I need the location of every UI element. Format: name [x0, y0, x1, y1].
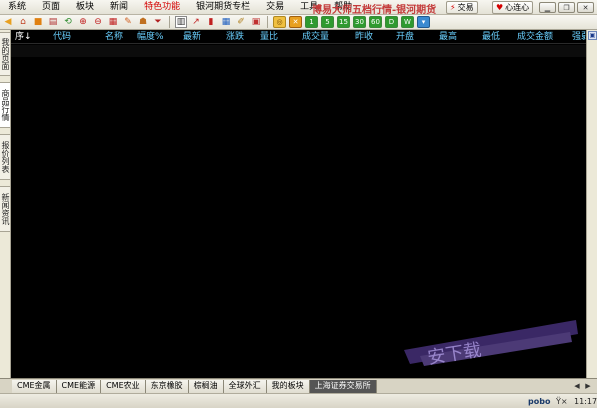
layout-toggle-icon[interactable]: ▣	[588, 31, 597, 40]
filter-icon[interactable]: ⏷	[152, 16, 164, 28]
tab-shanghai-stock-exchange[interactable]: 上海证券交易所	[309, 379, 377, 393]
person-icon[interactable]: ☗	[137, 16, 149, 28]
period-more-button[interactable]: ▾	[417, 16, 430, 28]
restore-button[interactable]: ❐	[558, 2, 575, 13]
tab-cme-energy[interactable]: CME能源	[56, 379, 102, 393]
tab-scroll-right-icon[interactable]: ▶	[583, 381, 593, 391]
toolbar-separator	[169, 16, 170, 28]
zoom-out-icon[interactable]: ⊖	[92, 16, 104, 28]
network-icon[interactable]: Ÿ×	[556, 395, 568, 408]
bar-chart-icon[interactable]: ▮	[205, 16, 217, 28]
toolbar: ◀ ⌂ ■ ▤ ⟲ ⊕ ⊖ ▦ ✎ ☗ ⏷ ▥ ↗ ▮ ▦ ✐ ▣ ◎ ✕ 1 …	[0, 15, 597, 30]
menu-sector[interactable]: 板块	[68, 0, 102, 15]
left-tab-strip: 我的页面 商品行情 报价列表 新闻资讯	[0, 30, 11, 378]
period-x-button[interactable]: ✕	[289, 16, 302, 28]
brand-label: pobo	[528, 397, 551, 406]
close-icon: ✕	[582, 3, 589, 12]
left-tab-commodity-quotes[interactable]: 商品行情	[0, 82, 11, 128]
tab-palm-oil[interactable]: 棕榈油	[188, 379, 224, 393]
app-window: 系统 页面 板块 新闻 特色功能 银河期货专栏 交易 工具 帮助 博易大师五档行…	[0, 0, 597, 408]
col-header-high[interactable]: 最高	[439, 31, 457, 43]
folder-icon[interactable]: ■	[32, 16, 44, 28]
menu-trade[interactable]: 交易	[258, 0, 292, 15]
table-icon[interactable]: ▥	[175, 16, 187, 28]
vertical-scrollbar[interactable]: ▣	[586, 30, 597, 378]
home-icon[interactable]: ⌂	[17, 16, 29, 28]
zoom-in-icon[interactable]: ⊕	[77, 16, 89, 28]
heart-button-label: 心连心	[505, 3, 530, 12]
left-tab-my-page[interactable]: 我的页面	[0, 32, 11, 76]
menu-features[interactable]: 特色功能	[136, 0, 188, 15]
period-15-button[interactable]: 15	[337, 16, 350, 28]
clock-label: 11:17	[574, 397, 597, 406]
refresh-icon[interactable]: ⟲	[62, 16, 74, 28]
menu-system[interactable]: 系统	[0, 0, 34, 15]
trade-button-label: 交易	[457, 3, 474, 12]
tab-cme-agriculture[interactable]: CME农业	[101, 379, 146, 393]
col-header-index[interactable]: 序↓	[15, 31, 32, 43]
col-header-name[interactable]: 名称	[105, 31, 123, 43]
period-week-button[interactable]: W	[401, 16, 414, 28]
app-title: 博易大师五档行情-银河期货	[312, 5, 437, 16]
table-row[interactable]	[11, 45, 586, 57]
document-icon[interactable]: ▣	[250, 16, 262, 28]
heart-button[interactable]: ♥ 心连心	[492, 1, 534, 14]
trade-button[interactable]: ⚡ 交易	[446, 1, 478, 14]
period-day-button[interactable]: D	[385, 16, 398, 28]
lightning-icon: ⚡	[450, 3, 456, 12]
minimize-icon: ▁	[544, 3, 551, 12]
edit-icon[interactable]: ✐	[235, 16, 247, 28]
close-button[interactable]: ✕	[577, 2, 594, 13]
tab-scroll-left-icon[interactable]: ◀	[572, 381, 582, 391]
restore-icon: ❐	[563, 3, 570, 12]
col-header-open[interactable]: 开盘	[396, 31, 414, 43]
col-header-change[interactable]: 涨跌	[226, 31, 244, 43]
col-header-prev-close[interactable]: 昨收	[355, 31, 373, 43]
col-header-code[interactable]: 代码	[53, 31, 71, 43]
col-header-low[interactable]: 最低	[482, 31, 500, 43]
tab-global-forex[interactable]: 全球外汇	[223, 379, 267, 393]
col-header-change-pct[interactable]: 幅度%	[137, 31, 164, 43]
menu-galaxy-column[interactable]: 银河期货专栏	[188, 0, 258, 15]
period-1-button[interactable]: 1	[305, 16, 318, 28]
tab-my-sectors[interactable]: 我的板块	[266, 379, 310, 393]
line-chart-icon[interactable]: ↗	[190, 16, 202, 28]
quote-grid[interactable]: 序↓ 代码 名称 幅度% 最新 涨跌 量比 成交量 昨收 开盘 最高 最低 成交…	[11, 30, 590, 378]
left-tab-quote-list[interactable]: 报价列表	[0, 134, 11, 180]
left-tab-news[interactable]: 新闻资讯	[0, 186, 11, 232]
col-header-volume-ratio[interactable]: 量比	[260, 31, 278, 43]
col-header-volume[interactable]: 成交量	[302, 31, 329, 43]
grid-chart-icon[interactable]: ▦	[220, 16, 232, 28]
tab-tokyo-rubber[interactable]: 东京橡胶	[145, 379, 189, 393]
menu-page[interactable]: 页面	[34, 0, 68, 15]
minimize-button[interactable]: ▁	[539, 2, 556, 13]
heart-icon: ♥	[496, 3, 504, 12]
toolbar-separator	[267, 16, 268, 28]
period-60-button[interactable]: 60	[369, 16, 382, 28]
bottom-tab-strip: CME金属 CME能源 CME农业 东京橡胶 棕榈油 全球外汇 我的板块 上海证…	[0, 378, 597, 393]
period-30-button[interactable]: 30	[353, 16, 366, 28]
col-header-last[interactable]: 最新	[183, 31, 201, 43]
news-icon[interactable]: ▤	[47, 16, 59, 28]
back-arrow-icon[interactable]: ◀	[2, 16, 14, 28]
statusbar: pobo Ÿ× 11:17	[0, 393, 597, 408]
grid-header: 序↓ 代码 名称 幅度% 最新 涨跌 量比 成交量 昨收 开盘 最高 最低 成交…	[11, 30, 590, 44]
menu-news[interactable]: 新闻	[102, 0, 136, 15]
col-header-turnover[interactable]: 成交金额	[517, 31, 553, 43]
tab-cme-metals[interactable]: CME金属	[12, 379, 57, 393]
calculator-icon[interactable]: ▦	[107, 16, 119, 28]
pen-icon[interactable]: ✎	[122, 16, 134, 28]
period-tick-button[interactable]: ◎	[273, 16, 286, 28]
period-5-button[interactable]: 5	[321, 16, 334, 28]
